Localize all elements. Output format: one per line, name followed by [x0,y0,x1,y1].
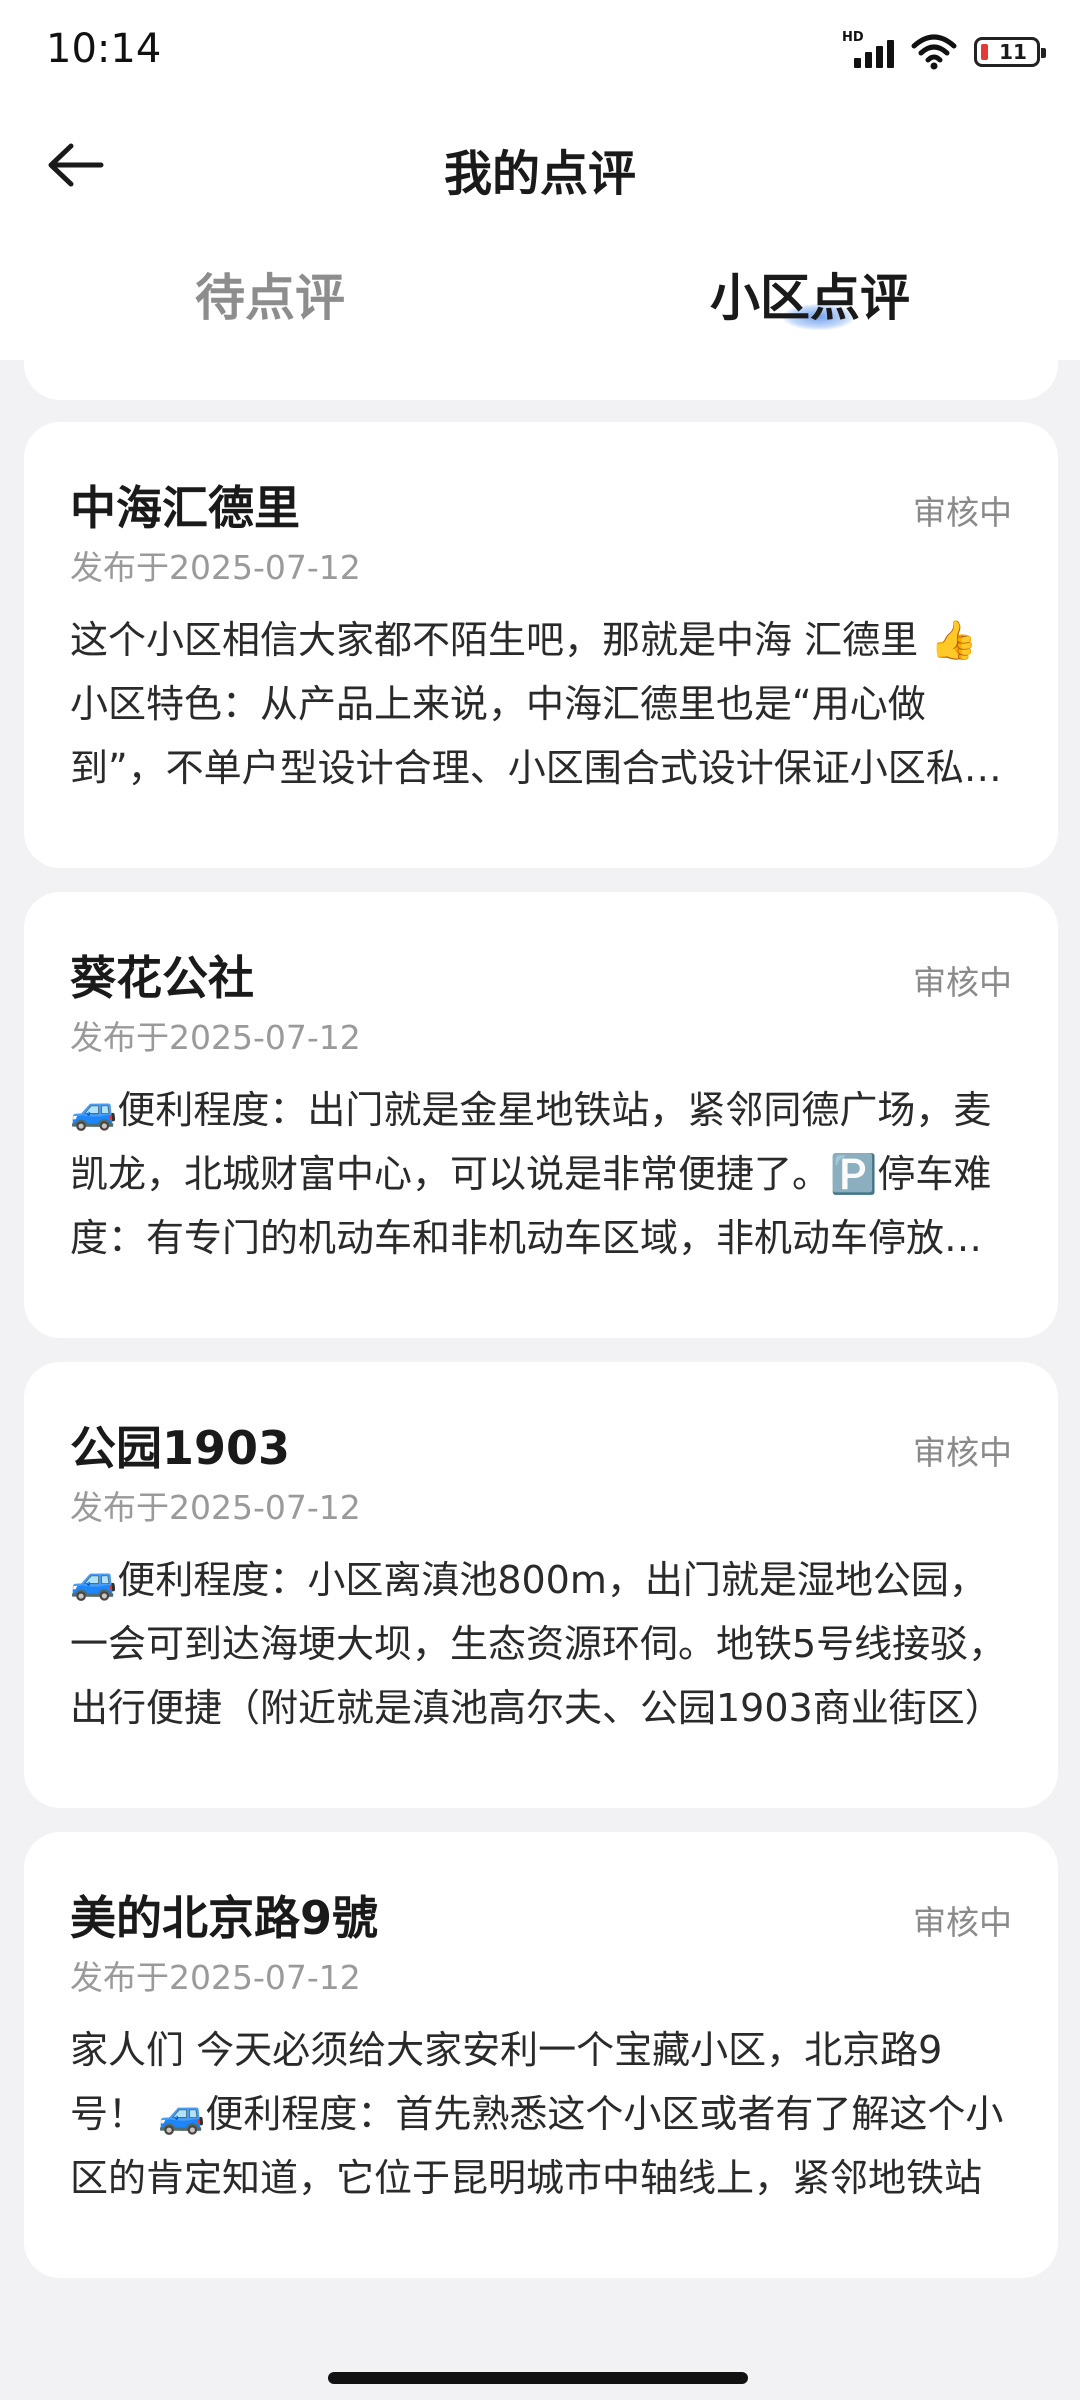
publish-date: 发布于2025-07-12 [70,1958,361,1997]
review-content: 这个小区相信大家都不陌生吧，那就是中海 汇德里 👍小区特色：从产品上来说，中海汇… [70,618,1002,790]
status-bar: 10:14 HD 11 [0,0,1080,100]
status-badge: 审核中 [913,493,1012,532]
battery-level: 11 [999,40,1027,64]
review-content: 🚙便利程度：出门就是金星地铁站，紧邻同德广场，麦凯龙，北城财富中心，可以说是非常… [70,1088,992,1260]
review-card[interactable]: 中海汇德里 审核中 发布于2025-07-12 这个小区相信大家都不陌生吧，那就… [24,422,1058,868]
status-badge: 审核中 [913,1903,1012,1942]
page-title: 我的点评 [443,146,636,202]
community-name: 公园1903 [70,1421,291,1475]
home-indicator[interactable] [328,2372,748,2384]
tab-label: 小区点评 [710,269,910,327]
community-name: 葵花公社 [70,951,254,1005]
community-name: 美的北京路9號 [70,1891,379,1945]
wifi-icon [911,34,957,70]
header: 我的点评 [0,110,1080,220]
review-card[interactable]: 公园1903 审核中 发布于2025-07-12 🚙便利程度：小区离滇池800m… [24,1362,1058,1808]
signal-icon: HD [838,30,894,72]
tab-pending-review[interactable]: 待点评 [0,240,540,350]
status-badge: 审核中 [913,1433,1012,1472]
review-content: 🚙便利程度：小区离滇池800m，出门就是湿地公园，一会可到达海埂大坝，生态资源环… [70,1558,1007,1730]
community-name: 中海汇德里 [70,481,300,535]
battery-icon: 11 [974,37,1046,67]
status-icons: HD 11 [838,30,1046,74]
review-card[interactable]: 葵花公社 审核中 发布于2025-07-12 🚙便利程度：出门就是金星地铁站，紧… [24,892,1058,1338]
tab-community-review[interactable]: 小区点评 [540,240,1080,350]
review-content: 家人们 今天必须给大家安利一个宝藏小区，北京路9号！ 🚙便利程度：首先熟悉这个小… [70,2028,1004,2200]
review-card[interactable]: 美的北京路9號 审核中 发布于2025-07-12 家人们 今天必须给大家安利一… [24,1832,1058,2278]
tab-label: 待点评 [195,269,345,327]
top-bar: 10:14 HD 11 我的点评 待点评 小区点评 [0,0,1080,360]
publish-date: 发布于2025-07-12 [70,1488,361,1527]
status-badge: 审核中 [913,963,1012,1002]
status-time: 10:14 [46,26,162,72]
publish-date: 发布于2025-07-12 [70,1018,361,1057]
publish-date: 发布于2025-07-12 [70,548,361,587]
tab-bar: 待点评 小区点评 [0,240,1080,350]
